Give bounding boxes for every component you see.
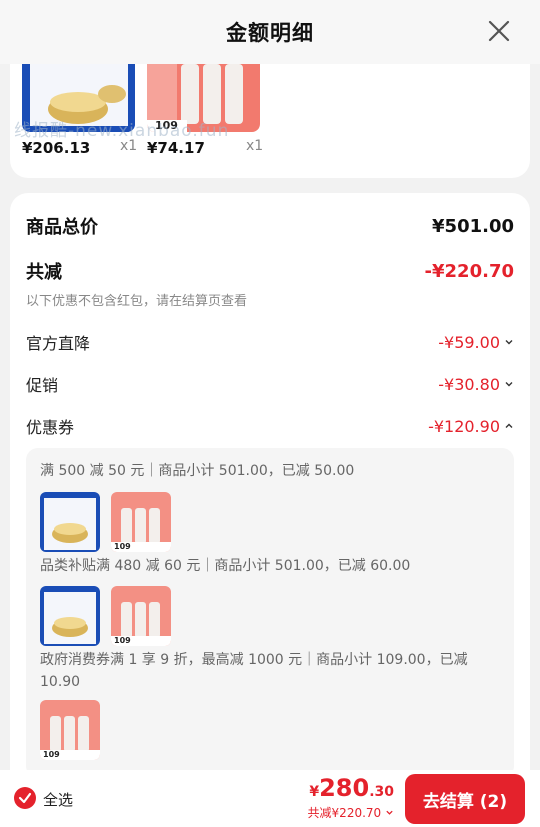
select-all-label[interactable]: 全选 <box>43 789 73 810</box>
product-price: ¥206.13 <box>22 139 91 157</box>
discount-label: 官方直降 <box>26 334 91 353</box>
goods-total-label: 商品总价 <box>26 217 98 238</box>
coupon-rule: 政府消费券满 1 享 9 折，最高减 1000 元｜商品小计 109.00，已减… <box>40 652 468 690</box>
coupon-product-badge: 109 <box>114 542 131 551</box>
chevron-down-icon <box>505 340 513 345</box>
price-summary-card: 商品总价 ¥501.00 共减 -¥220.70 以下优惠不包含红包，请在结算页… <box>10 193 530 793</box>
close-icon[interactable] <box>486 18 512 44</box>
coupon-rule: 满 500 减 50 元｜商品小计 501.00，已减 50.00 <box>40 463 355 479</box>
saved-amount[interactable]: 共减¥220.70 <box>308 804 394 821</box>
modal-header: 金额明细 <box>0 0 540 64</box>
discount-label: 优惠券 <box>26 418 75 437</box>
price-decimal: .30 <box>369 784 394 800</box>
reduce-row: 共减 -¥220.70 <box>26 258 514 284</box>
price-symbol: ¥ <box>309 784 320 800</box>
products-card: ¥206.13 x1 109 ¥74.17 x1 线报酷-new.xianbao… <box>10 64 530 178</box>
coupon-product-badge: 109 <box>114 636 131 645</box>
discount-value: -¥120.90 <box>428 416 500 436</box>
coupon-product-image <box>40 492 100 552</box>
coupon-rule: 品类补贴满 480 减 60 元｜商品小计 501.00，已减 60.00 <box>40 558 411 574</box>
product-price: ¥74.17 <box>147 139 205 157</box>
reduce-value: -¥220.70 <box>424 260 514 282</box>
chevron-down-icon <box>386 810 393 815</box>
modal-title: 金额明细 <box>226 21 314 45</box>
select-all-checkbox[interactable] <box>14 787 36 809</box>
price-integer: 280 <box>319 774 370 802</box>
discount-row-promo[interactable]: 促销 -¥30.80 <box>26 372 514 396</box>
coupon-product-image: 109 <box>40 700 100 760</box>
discount-label: 促销 <box>26 376 59 395</box>
discount-note: 以下优惠不包含红包，请在结算页查看 <box>26 294 248 309</box>
goods-total-value: ¥501.00 <box>432 215 514 237</box>
goods-total-row: 商品总价 ¥501.00 <box>26 213 514 239</box>
chevron-up-icon <box>505 423 513 428</box>
discount-value: -¥59.00 <box>438 332 500 352</box>
coupon-detail-panel: 满 500 减 50 元｜商品小计 501.00，已减 50.00 109 品类… <box>26 448 514 778</box>
discount-row-official[interactable]: 官方直降 -¥59.00 <box>26 330 514 354</box>
coupon-product-image: 109 <box>111 586 171 646</box>
chevron-down-icon <box>505 382 513 387</box>
product-qty: x1 <box>246 138 264 154</box>
discount-value: -¥30.80 <box>438 374 500 394</box>
watermark: 线报酷-new.xianbao.fun <box>14 121 230 141</box>
coupon-product-image: 109 <box>111 492 171 552</box>
check-icon <box>18 792 32 804</box>
saved-text: 共减¥220.70 <box>307 806 382 820</box>
coupon-product-badge: 109 <box>43 750 60 759</box>
checkout-bar: 全选 ¥280.30 共减¥220.70 去结算 (2) <box>0 770 540 827</box>
checkout-button[interactable]: 去结算 (2) <box>405 774 525 824</box>
coupon-product-image <box>40 586 100 646</box>
total-price: ¥280.30 <box>309 774 394 802</box>
reduce-label: 共减 <box>26 262 62 283</box>
discount-row-coupon[interactable]: 优惠券 -¥120.90 <box>26 414 514 438</box>
